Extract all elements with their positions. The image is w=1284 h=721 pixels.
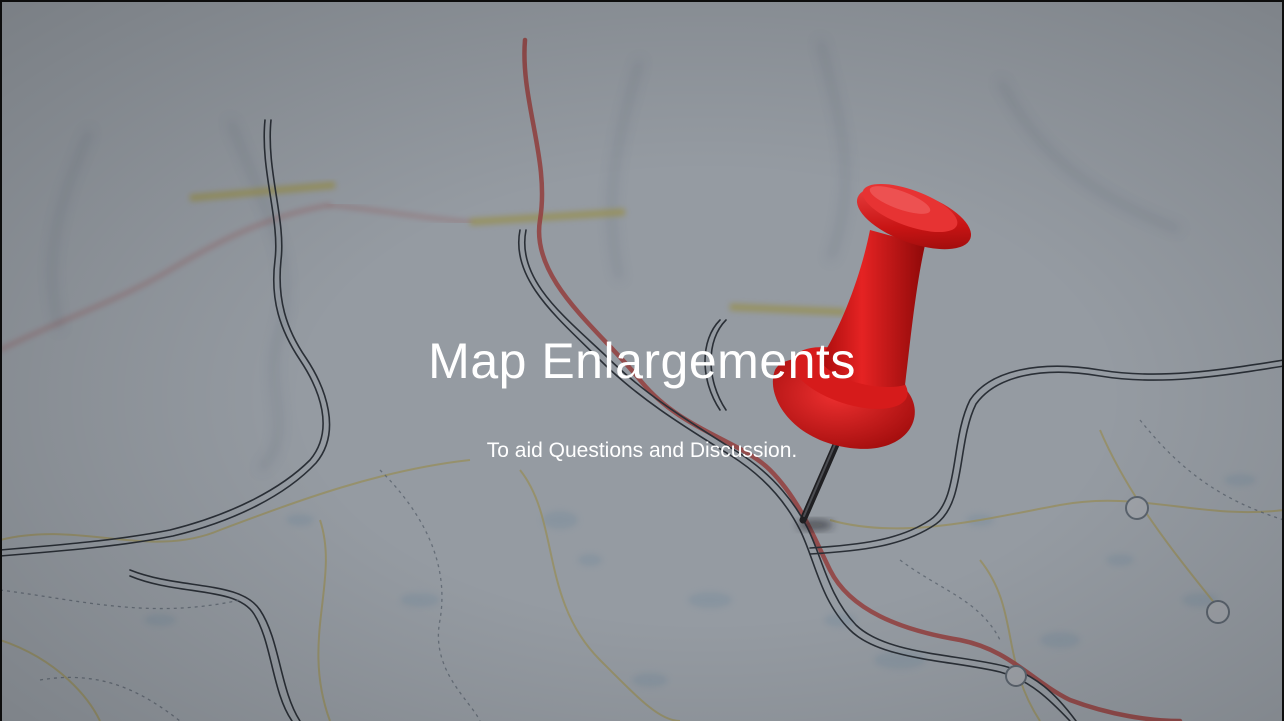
slide-subtitle: To aid Questions and Discussion. [486, 439, 798, 462]
slide-title: Map Enlargements [428, 333, 856, 389]
slide: Map Enlargements To aid Questions and Di… [0, 0, 1284, 721]
